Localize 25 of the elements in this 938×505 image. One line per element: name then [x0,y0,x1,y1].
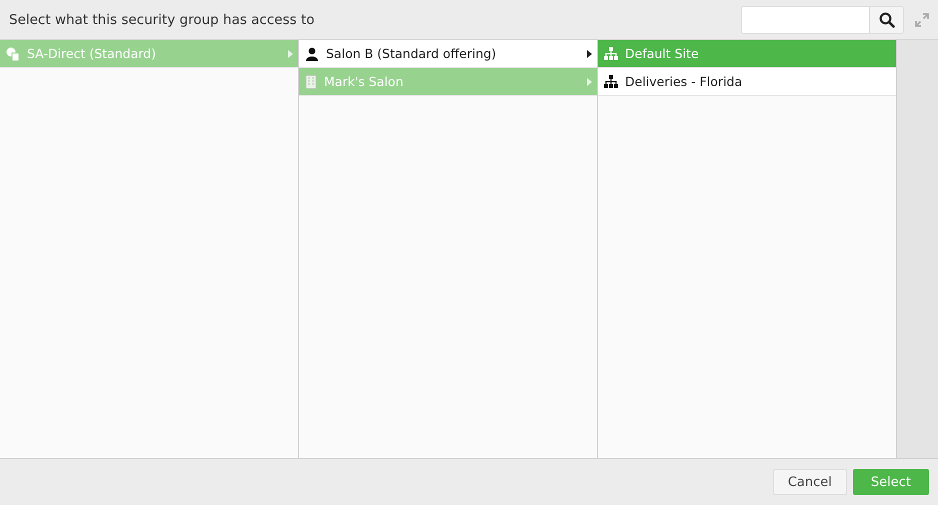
caret-icon [288,50,293,58]
org-icon [6,46,20,60]
sitemap-icon [604,75,618,88]
tree-item[interactable]: SA-Direct (Standard) [0,40,298,68]
search-icon [878,12,894,28]
tree-item[interactable]: Deliveries - Florida [598,68,896,96]
expand-icon[interactable] [914,12,930,28]
tree-item[interactable]: Salon B (Standard offering) [299,40,597,68]
caret-icon [587,50,592,58]
person-icon [305,46,319,60]
item-label: Deliveries - Florida [625,74,744,89]
search-button[interactable] [869,6,904,34]
building-icon [305,74,317,88]
tree-item[interactable]: Default Site [598,40,896,68]
item-label: Mark's Salon [324,74,404,89]
cancel-button[interactable]: Cancel [772,469,847,495]
sitemap-icon [604,47,618,60]
item-label: SA-Direct (Standard) [27,46,157,61]
search-field[interactable] [741,6,869,34]
dialog-title: Select what this security group has access to [9,12,316,28]
caret-icon [587,78,592,86]
item-label: Default Site [625,46,700,61]
tree-item[interactable]: Mark's Salon [299,68,597,96]
select-button[interactable]: Select [852,469,929,495]
item-label: Salon B (Standard offering) [326,46,498,61]
